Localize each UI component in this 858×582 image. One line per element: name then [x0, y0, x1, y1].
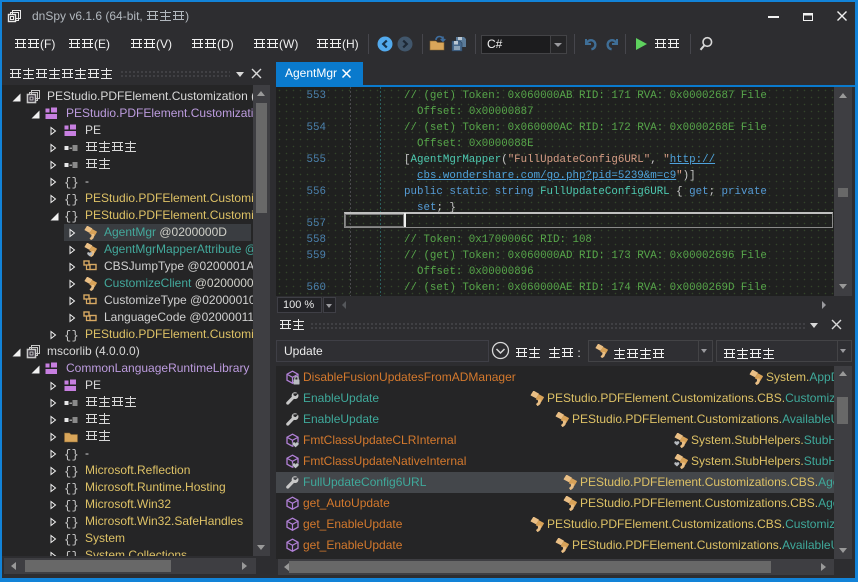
svg-text:{: { — [64, 210, 71, 223]
svg-text:}: } — [72, 210, 79, 223]
svg-text:}: } — [72, 550, 79, 556]
svg-text:{: { — [64, 176, 71, 189]
svg-text:{: { — [64, 329, 71, 342]
svg-text:}: } — [72, 516, 79, 529]
svg-text:{: { — [64, 516, 71, 529]
svg-text:}: } — [72, 193, 79, 206]
svg-text:}: } — [72, 499, 79, 512]
svg-text:{: { — [64, 499, 71, 512]
svg-text:{: { — [64, 448, 71, 461]
svg-text:{: { — [64, 550, 71, 556]
svg-text:}: } — [72, 465, 79, 478]
svg-text:}: } — [72, 176, 79, 189]
svg-text:{: { — [64, 465, 71, 478]
svg-text:}: } — [72, 329, 79, 342]
svg-text:{: { — [64, 533, 71, 546]
svg-text:}: } — [72, 448, 79, 461]
svg-text:{: { — [64, 482, 71, 495]
svg-text:}: } — [72, 533, 79, 546]
svg-text:}: } — [72, 482, 79, 495]
svg-text:{: { — [64, 193, 71, 206]
